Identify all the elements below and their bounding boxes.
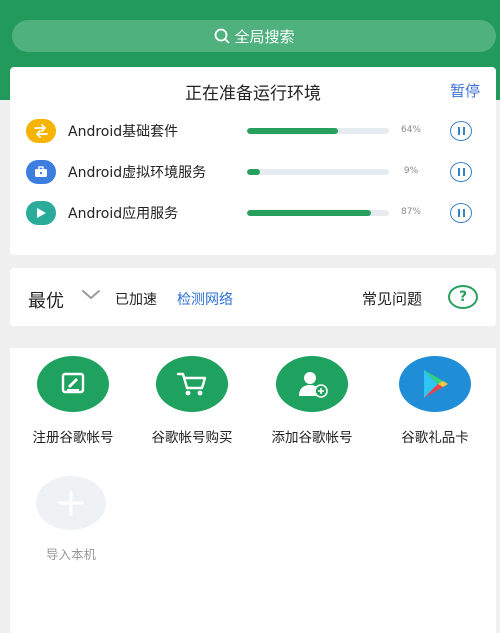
- env-item-virtual-env: Android虚拟环境服务 9%: [10, 157, 496, 187]
- tool-label: 添加谷歌帐号: [271, 430, 353, 446]
- environment-card: 正在准备运行环境 暂停 Android基础套件 64% Android虚拟环境服…: [10, 67, 496, 255]
- help-icon[interactable]: ?: [448, 285, 478, 309]
- pause-circle-icon[interactable]: [450, 203, 472, 223]
- progress-track: [247, 169, 389, 175]
- progress-percent: 9%: [403, 166, 419, 176]
- faq-link[interactable]: 常见问题: [362, 288, 422, 309]
- tool-add-google-account[interactable]: 添加谷歌帐号: [249, 356, 375, 446]
- progress-track: [247, 128, 389, 134]
- chevron-down-icon[interactable]: [81, 289, 101, 301]
- global-search-bar[interactable]: 全局搜索: [12, 20, 496, 52]
- tool-google-gift-card[interactable]: 谷歌礼品卡: [372, 356, 498, 446]
- progress-fill: [247, 210, 371, 216]
- network-mode[interactable]: 最优: [28, 287, 64, 313]
- tool-label: 谷歌帐号购买: [151, 430, 233, 446]
- env-item-base-suite: Android基础套件 64%: [10, 116, 496, 146]
- google-play-icon: [399, 356, 471, 412]
- pause-button[interactable]: 暂停: [450, 80, 480, 101]
- progress-percent: 87%: [400, 207, 421, 217]
- environment-title: 正在准备运行环境: [185, 84, 321, 104]
- progress-percent: 64%: [400, 125, 421, 135]
- import-label: 导入本机: [45, 547, 96, 562]
- search-label: 全局搜索: [234, 27, 295, 46]
- progress-fill: [247, 128, 338, 134]
- search-icon: [213, 27, 231, 45]
- tool-label: 谷歌礼品卡: [401, 430, 469, 446]
- tools-card: 注册谷歌帐号 谷歌帐号购买 添加谷歌帐号 谷歌礼品卡 导入本机: [10, 348, 496, 633]
- plus-icon: [36, 476, 106, 530]
- edit-icon: [37, 356, 109, 412]
- network-card: 最优 已加速 检测网络 常见问题 ?: [10, 268, 496, 326]
- progress-fill: [247, 169, 260, 175]
- detect-network-link[interactable]: 检测网络: [177, 289, 233, 309]
- briefcase-icon: [26, 160, 56, 184]
- pause-circle-icon[interactable]: [450, 121, 472, 141]
- env-item-label: Android应用服务: [68, 206, 179, 222]
- tool-buy-google-account[interactable]: 谷歌帐号购买: [129, 356, 255, 446]
- tool-register-google-account[interactable]: 注册谷歌帐号: [10, 356, 136, 446]
- env-item-app-service: Android应用服务 87%: [10, 198, 496, 228]
- tool-label: 注册谷歌帐号: [32, 430, 114, 446]
- add-user-icon: [276, 356, 348, 412]
- pause-circle-icon[interactable]: [450, 162, 472, 182]
- import-local-button[interactable]: 导入本机: [36, 476, 106, 563]
- swap-arrows-icon: [26, 119, 56, 143]
- env-item-label: Android虚拟环境服务: [68, 165, 207, 181]
- env-item-label: Android基础套件: [68, 124, 179, 140]
- acceleration-status: 已加速: [115, 292, 157, 308]
- play-triangle-icon: [26, 201, 56, 225]
- shopping-cart-icon: [156, 356, 228, 412]
- progress-track: [247, 210, 389, 216]
